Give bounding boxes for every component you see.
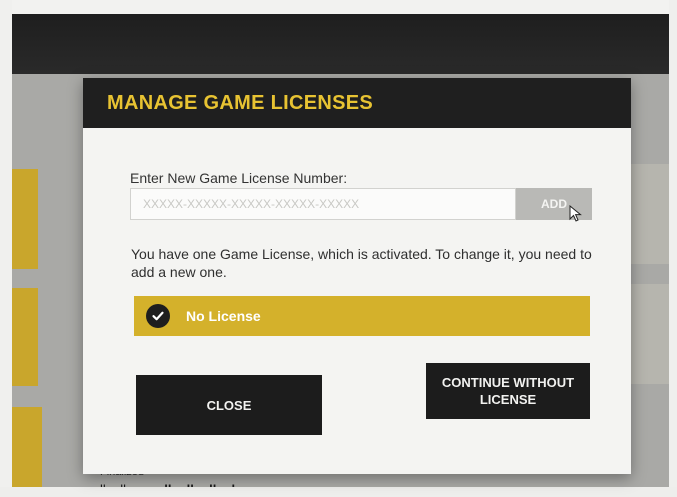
check-circle-icon <box>146 304 170 328</box>
screen-bezel-left <box>0 0 12 497</box>
mouse-cursor-icon <box>569 205 582 222</box>
bg-yellow-block <box>12 407 42 487</box>
license-item-label: No License <box>186 308 261 324</box>
screen-bezel-top <box>0 0 677 14</box>
screen-bezel-right <box>669 0 677 497</box>
dialog-title: MANAGE GAME LICENSES <box>107 92 374 114</box>
license-info-text: You have one Game License, which is acti… <box>131 246 592 280</box>
close-button[interactable]: CLOSE <box>136 375 322 435</box>
bg-card <box>630 164 669 264</box>
manage-licenses-dialog: MANAGE GAME LICENSES Enter New Game Lice… <box>83 78 631 474</box>
license-input-label: Enter New Game License Number: <box>130 170 348 186</box>
bg-yellow-block <box>12 288 38 386</box>
app-header-bar <box>12 14 669 74</box>
license-number-input[interactable] <box>130 188 516 220</box>
continue-without-license-button[interactable]: CONTINUE WITHOUT LICENSE <box>426 363 590 419</box>
screen-bezel-bottom <box>0 487 677 497</box>
license-list-item[interactable]: No License <box>134 296 590 336</box>
dialog-header: MANAGE GAME LICENSES <box>83 78 631 128</box>
bg-yellow-block <box>12 169 38 269</box>
bg-card <box>630 284 669 384</box>
